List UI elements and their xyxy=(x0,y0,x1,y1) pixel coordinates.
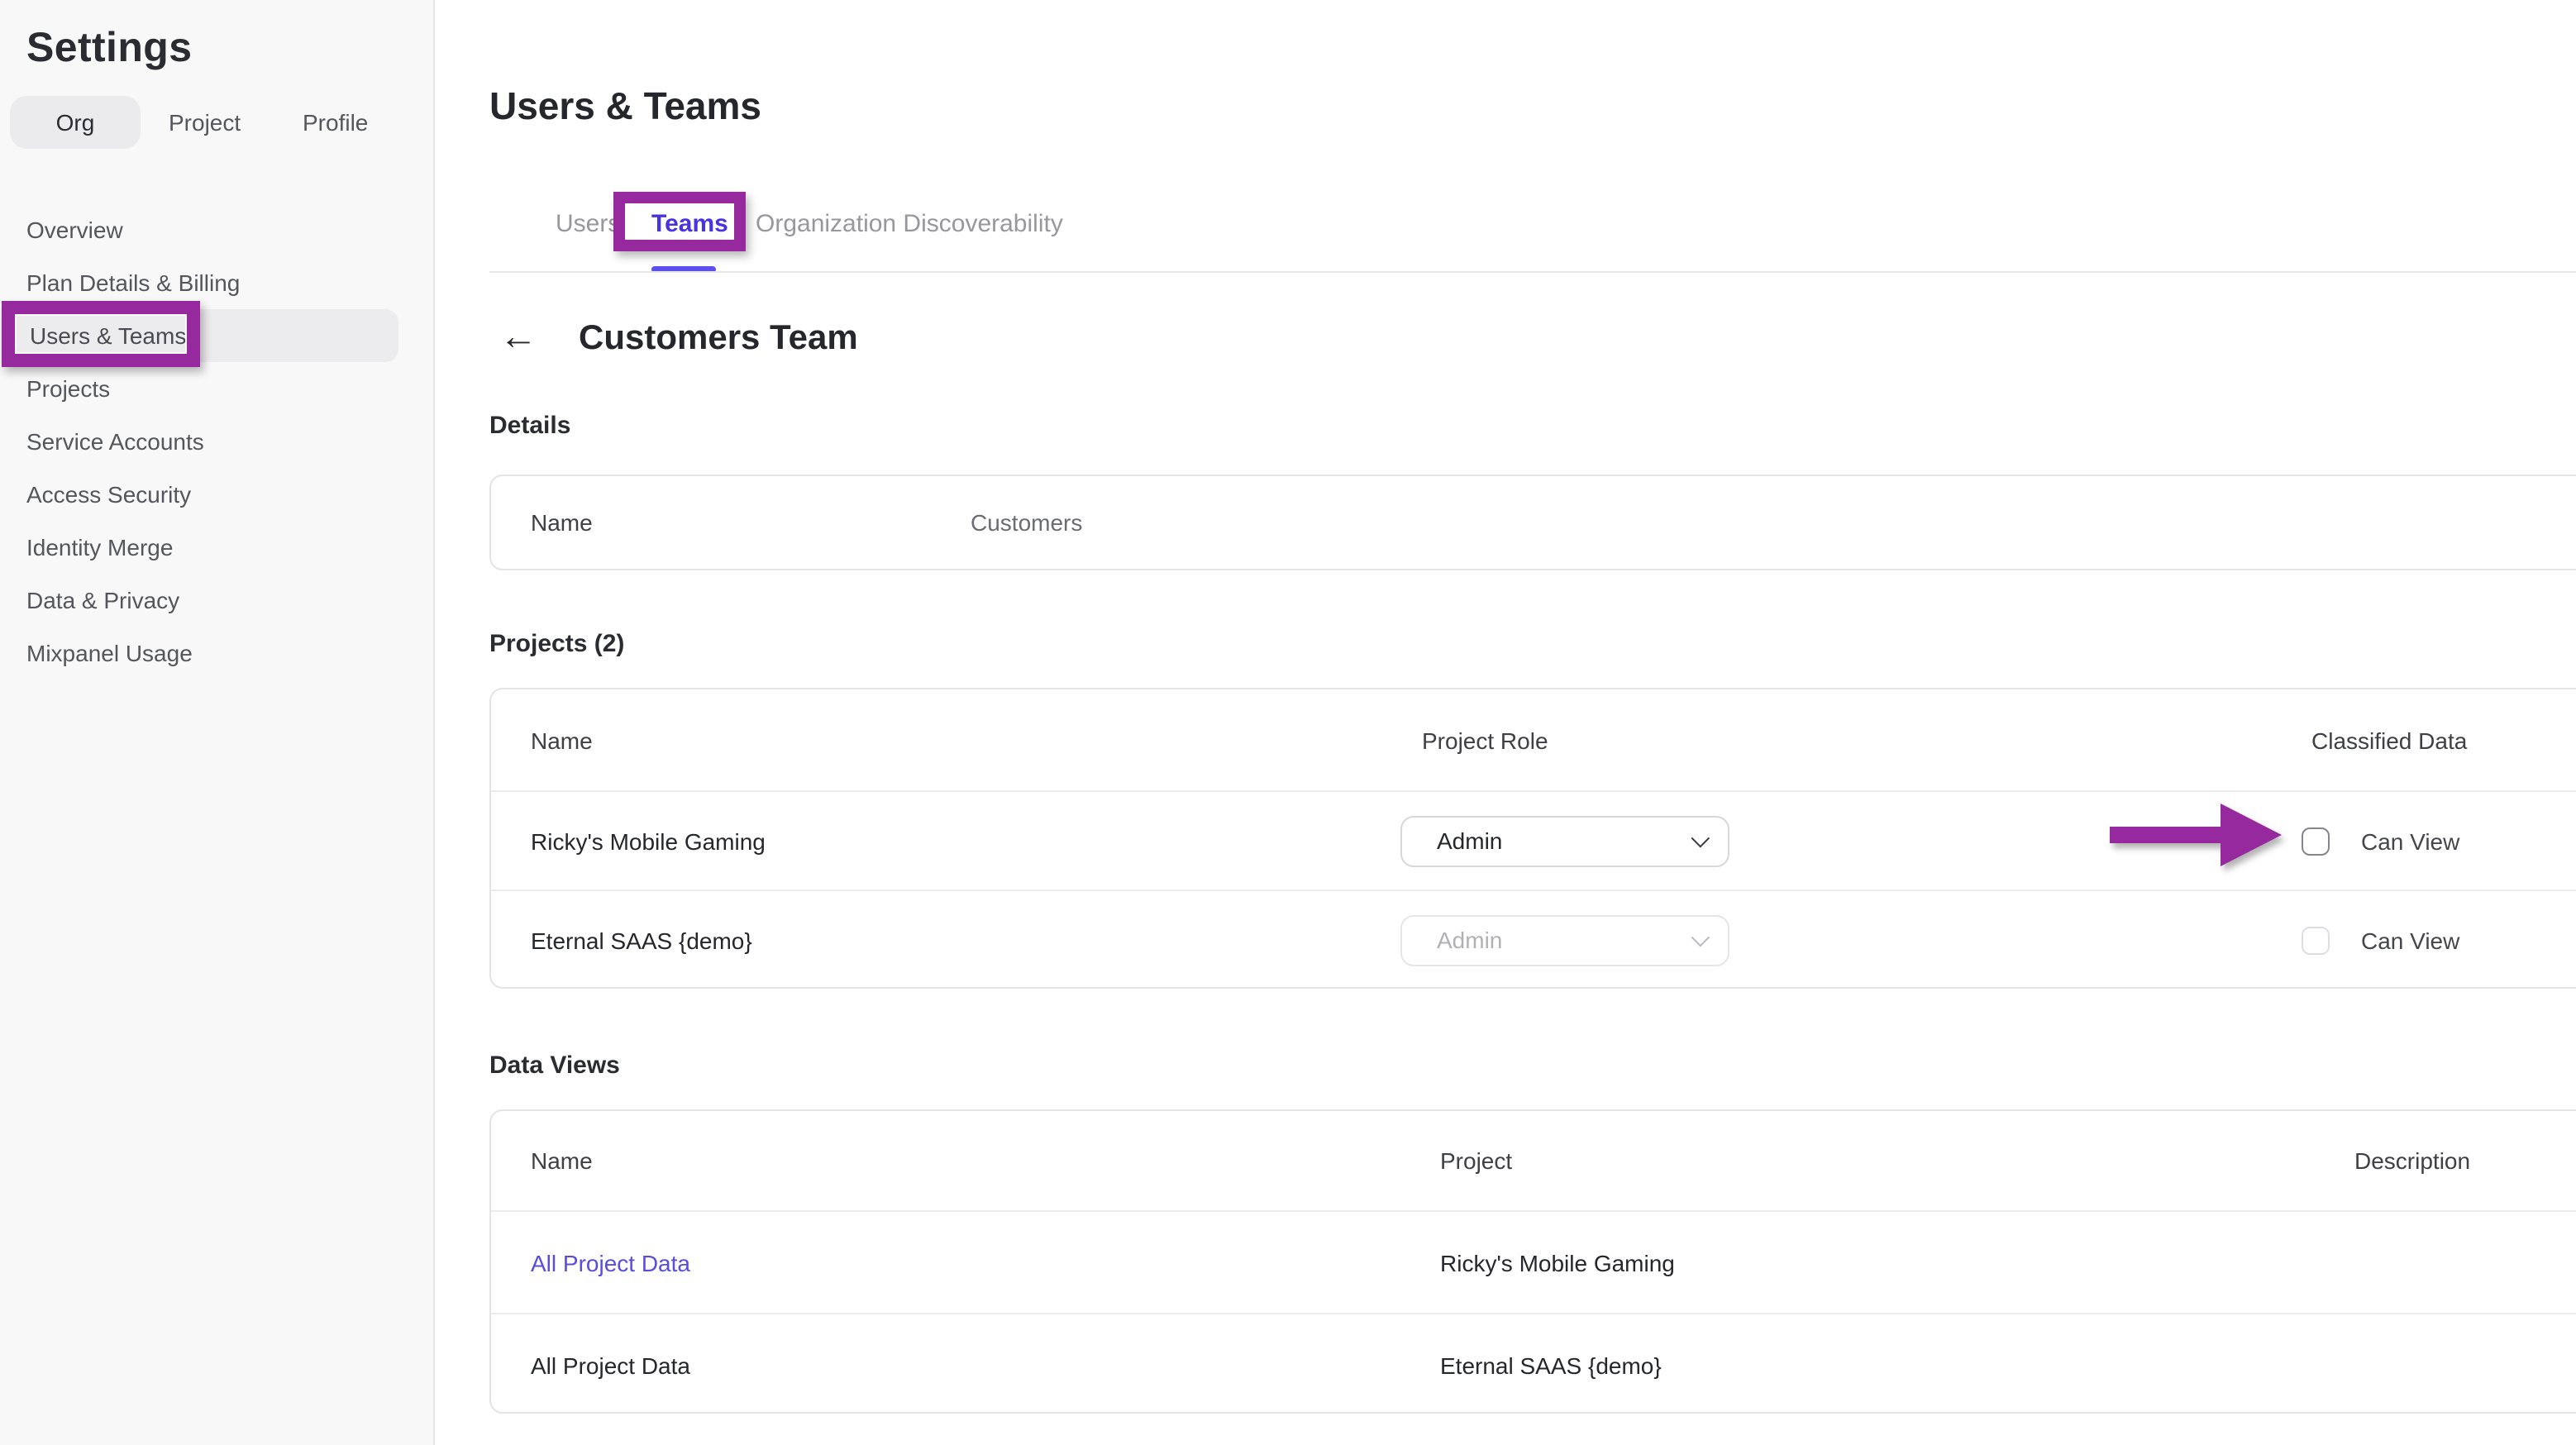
project-role-select-disabled: Admin xyxy=(1400,914,1729,966)
column-header-name: Name xyxy=(531,1147,593,1174)
table-row: Eternal SAAS {demo} Admin Can View xyxy=(491,889,2576,989)
data-views-header-row: Name Project Description xyxy=(491,1111,2576,1210)
column-header-project-role: Project Role xyxy=(1422,727,1548,753)
sidebar-item-projects[interactable]: Projects xyxy=(0,362,435,415)
table-row: All Project Data Ricky's Mobile Gaming xyxy=(491,1210,2576,1313)
data-view-name: All Project Data xyxy=(531,1352,690,1378)
details-card: Name Customers xyxy=(489,475,2576,570)
project-role-value: Admin xyxy=(1437,927,1691,953)
scope-tabs: Org Project Profile xyxy=(0,96,435,149)
tab-users[interactable]: Users xyxy=(556,210,620,238)
sidebar-item-access-security[interactable]: Access Security xyxy=(0,468,435,521)
classified-data-checkbox-disabled xyxy=(2302,926,2330,954)
settings-page: Settings Org Project Profile Overview Pl… xyxy=(0,0,2576,1445)
data-view-project: Ricky's Mobile Gaming xyxy=(1440,1249,1675,1276)
data-views-table: Name Project Description All Project Dat… xyxy=(489,1109,2576,1414)
scope-tab-profile[interactable]: Profile xyxy=(303,96,368,149)
table-row: All Project Data Eternal SAAS {demo} xyxy=(491,1313,2576,1415)
can-view-label: Can View xyxy=(2361,927,2459,953)
chevron-down-icon xyxy=(1691,928,1710,947)
data-views-heading: Data Views xyxy=(489,1052,620,1080)
projects-header-row: Name Project Role Classified Data xyxy=(491,689,2576,790)
scope-tab-project[interactable]: Project xyxy=(169,96,241,149)
sidebar-item-data-privacy[interactable]: Data & Privacy xyxy=(0,574,435,627)
project-role-select[interactable]: Admin xyxy=(1400,815,1729,866)
chevron-down-icon xyxy=(1691,829,1710,848)
sidebar-item-overview[interactable]: Overview xyxy=(0,203,435,256)
annotation-box-teams-tab xyxy=(613,192,746,251)
annotation-box-users-teams xyxy=(2,301,200,367)
sidebar-item-mixpanel-usage[interactable]: Mixpanel Usage xyxy=(0,627,435,680)
scope-tab-org[interactable]: Org xyxy=(10,96,141,149)
sidebar: Settings Org Project Profile Overview Pl… xyxy=(0,0,435,1445)
details-name-label: Name xyxy=(531,509,593,536)
details-heading: Details xyxy=(489,412,570,440)
data-view-project: Eternal SAAS {demo} xyxy=(1440,1352,1662,1378)
data-view-link[interactable]: All Project Data xyxy=(531,1249,690,1276)
tab-organization-discoverability[interactable]: Organization Discoverability xyxy=(756,210,1063,238)
column-header-description: Description xyxy=(2354,1147,2470,1174)
projects-heading: Projects (2) xyxy=(489,630,624,658)
details-row: Name Customers xyxy=(491,476,2576,569)
project-name: Eternal SAAS {demo} xyxy=(531,927,752,953)
sidebar-item-identity-merge[interactable]: Identity Merge xyxy=(0,521,435,574)
page-title: Users & Teams xyxy=(489,84,761,129)
column-header-name: Name xyxy=(531,727,593,753)
classified-data-checkbox[interactable] xyxy=(2302,827,2330,855)
project-name: Ricky's Mobile Gaming xyxy=(531,827,766,854)
column-header-project: Project xyxy=(1440,1147,1512,1174)
can-view-label: Can View xyxy=(2361,827,2459,854)
team-title: Customers Team xyxy=(579,319,858,359)
back-arrow-icon[interactable]: ← xyxy=(499,316,537,355)
tab-divider xyxy=(489,271,2576,273)
annotation-arrow-tail xyxy=(2110,827,2222,843)
sidebar-nav: Overview Plan Details & Billing Users & … xyxy=(0,203,435,680)
details-name-value: Customers xyxy=(971,509,1082,536)
sidebar-title: Settings xyxy=(26,25,192,73)
project-role-value: Admin xyxy=(1437,827,1691,854)
column-header-classified-data: Classified Data xyxy=(2311,727,2467,753)
annotation-arrow-head xyxy=(2221,804,2282,866)
sidebar-item-service-accounts[interactable]: Service Accounts xyxy=(0,415,435,468)
